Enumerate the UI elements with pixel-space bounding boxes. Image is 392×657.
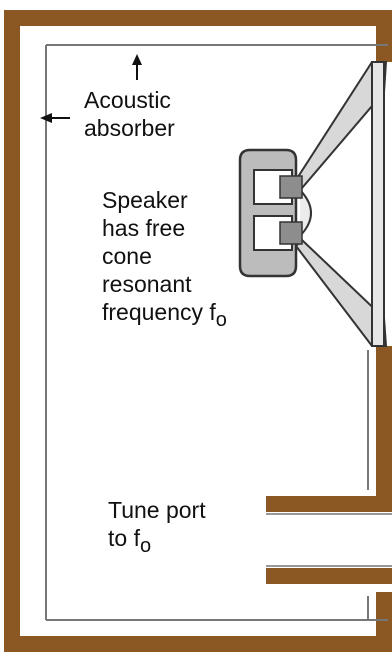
speaker-label: Speaker has free cone resonant frequency… bbox=[102, 186, 227, 331]
speaker-voice-coil-upper bbox=[279, 175, 303, 199]
enclosure-top-wall bbox=[4, 10, 388, 26]
absorber-arrow-up-head bbox=[132, 54, 142, 65]
speaker-magnet-assembly bbox=[238, 148, 298, 278]
enclosure-right-wall-lower bbox=[376, 592, 392, 652]
speaker-frequency-text: frequency f bbox=[102, 299, 216, 325]
absorber-label-line-2: absorber bbox=[84, 115, 175, 141]
bass-reflex-enclosure-diagram: Acoustic absorber Speaker has free cone … bbox=[0, 0, 392, 657]
enclosure-right-wall-upper bbox=[376, 10, 392, 62]
port-label-line-1: Tune port bbox=[108, 497, 206, 523]
port-frequency-text: to f bbox=[108, 525, 140, 551]
port-tube-lower-wall bbox=[266, 568, 392, 584]
port-label-line-2: to fo bbox=[108, 524, 206, 557]
speaker-label-line-3: cone bbox=[102, 243, 152, 269]
port-label: Tune port to fo bbox=[108, 496, 206, 557]
speaker-label-line-1: Speaker bbox=[102, 187, 188, 213]
absorber-label-line-1: Acoustic bbox=[84, 87, 171, 113]
speaker-front-rim bbox=[371, 61, 385, 347]
speaker-label-line-2: has free bbox=[102, 215, 186, 241]
port-frequency-subscript: o bbox=[139, 535, 152, 557]
enclosure-left-wall bbox=[4, 10, 20, 652]
speaker-label-line-5: frequency fo bbox=[102, 298, 227, 331]
speaker-label-line-4: resonant bbox=[102, 271, 192, 297]
absorber-label: Acoustic absorber bbox=[84, 86, 175, 142]
enclosure-right-wall-middle bbox=[376, 346, 392, 496]
enclosure-bottom-wall bbox=[4, 636, 388, 652]
speaker-voice-coil-lower bbox=[279, 221, 303, 245]
port-tube-upper-wall bbox=[266, 496, 392, 512]
enclosure-diagram-svg bbox=[4, 10, 392, 652]
speaker-frequency-subscript: o bbox=[215, 309, 227, 331]
